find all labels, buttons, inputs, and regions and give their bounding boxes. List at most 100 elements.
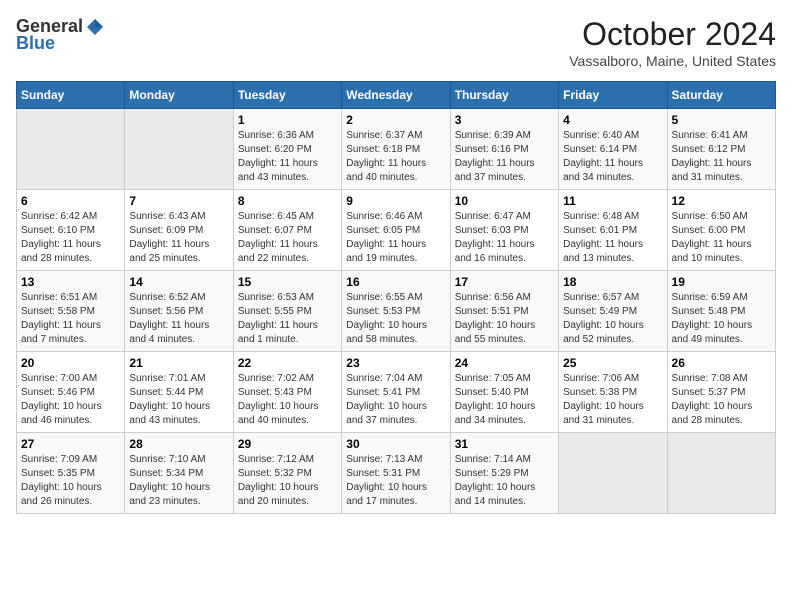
calendar-cell: 22 Sunrise: 7:02 AMSunset: 5:43 PMDayligh…: [233, 352, 341, 433]
calendar-cell: 21 Sunrise: 7:01 AMSunset: 5:44 PMDayligh…: [125, 352, 233, 433]
day-number: 29: [238, 437, 337, 451]
calendar-week-row: 1 Sunrise: 6:36 AMSunset: 6:20 PMDaylight…: [17, 109, 776, 190]
day-info: Sunrise: 7:05 AMSunset: 5:40 PMDaylight:…: [455, 372, 554, 428]
calendar-cell: 18Sunrise: 6:57 AMSunset: 5:49 PMDayligh…: [559, 271, 667, 352]
subtitle: Vassalboro, Maine, United States: [569, 53, 776, 69]
logo-icon: [85, 17, 105, 37]
day-info: Sunrise: 6:40 AMSunset: 6:14 PMDaylight:…: [563, 129, 662, 185]
day-number: 20: [21, 356, 120, 370]
header-day-thursday: Thursday: [450, 82, 558, 109]
calendar-cell: 26Sunrise: 7:08 AMSunset: 5:37 PMDayligh…: [667, 352, 775, 433]
calendar-cell: 8Sunrise: 6:45 AMSunset: 6:07 PMDaylight…: [233, 190, 341, 271]
calendar-cell: 23 Sunrise: 7:04 AMSunset: 5:41 PMDayligh…: [342, 352, 450, 433]
day-number: 27: [21, 437, 120, 451]
day-number: 24: [455, 356, 554, 370]
day-info: Sunrise: 6:52 AMSunset: 5:56 PMDaylight:…: [129, 291, 228, 347]
calendar-cell: 28 Sunrise: 7:10 AMSunset: 5:34 PMDayligh…: [125, 433, 233, 514]
calendar-cell: 20Sunrise: 7:00 AMSunset: 5:46 PMDayligh…: [17, 352, 125, 433]
day-info: Sunrise: 7:04 AMSunset: 5:41 PMDaylight:…: [346, 372, 445, 428]
calendar-week-row: 27 Sunrise: 7:09 AMSunset: 5:35 PMDayligh…: [17, 433, 776, 514]
calendar-week-row: 20Sunrise: 7:00 AMSunset: 5:46 PMDayligh…: [17, 352, 776, 433]
day-info: Sunrise: 7:02 AMSunset: 5:43 PMDaylight:…: [238, 372, 337, 428]
calendar-cell: 12 Sunrise: 6:50 AMSunset: 6:00 PMDayligh…: [667, 190, 775, 271]
day-info: Sunrise: 7:14 AMSunset: 5:29 PMDaylight:…: [455, 453, 554, 509]
day-number: 4: [563, 113, 662, 127]
day-info: Sunrise: 7:13 AMSunset: 5:31 PMDaylight:…: [346, 453, 445, 509]
day-number: 5: [672, 113, 771, 127]
day-number: 22: [238, 356, 337, 370]
day-number: 31: [455, 437, 554, 451]
day-number: 30: [346, 437, 445, 451]
day-number: 12: [672, 194, 771, 208]
day-number: 2: [346, 113, 445, 127]
calendar-cell: 4 Sunrise: 6:40 AMSunset: 6:14 PMDaylight…: [559, 109, 667, 190]
day-info: Sunrise: 7:01 AMSunset: 5:44 PMDaylight:…: [129, 372, 228, 428]
calendar-cell: 27 Sunrise: 7:09 AMSunset: 5:35 PMDayligh…: [17, 433, 125, 514]
day-info: Sunrise: 7:06 AMSunset: 5:38 PMDaylight:…: [563, 372, 662, 428]
day-info: Sunrise: 6:46 AMSunset: 6:05 PMDaylight:…: [346, 210, 445, 266]
day-info: Sunrise: 6:55 AMSunset: 5:53 PMDaylight:…: [346, 291, 445, 347]
day-number: 9: [346, 194, 445, 208]
day-number: 3: [455, 113, 554, 127]
calendar-cell: 11 Sunrise: 6:48 AMSunset: 6:01 PMDayligh…: [559, 190, 667, 271]
day-info: Sunrise: 6:42 AMSunset: 6:10 PMDaylight:…: [21, 210, 120, 266]
day-number: 21: [129, 356, 228, 370]
header-day-tuesday: Tuesday: [233, 82, 341, 109]
day-number: 28: [129, 437, 228, 451]
calendar-cell: 14 Sunrise: 6:52 AMSunset: 5:56 PMDayligh…: [125, 271, 233, 352]
calendar-cell: 1 Sunrise: 6:36 AMSunset: 6:20 PMDaylight…: [233, 109, 341, 190]
day-number: 19: [672, 275, 771, 289]
day-number: 14: [129, 275, 228, 289]
header-day-wednesday: Wednesday: [342, 82, 450, 109]
day-number: 11: [563, 194, 662, 208]
day-number: 18: [563, 275, 662, 289]
calendar-header-row: SundayMondayTuesdayWednesdayThursdayFrid…: [17, 82, 776, 109]
day-info: Sunrise: 6:59 AMSunset: 5:48 PMDaylight:…: [672, 291, 771, 347]
day-info: Sunrise: 7:10 AMSunset: 5:34 PMDaylight:…: [129, 453, 228, 509]
calendar-cell: 29 Sunrise: 7:12 AMSunset: 5:32 PMDayligh…: [233, 433, 341, 514]
header-day-friday: Friday: [559, 82, 667, 109]
day-info: Sunrise: 6:41 AMSunset: 6:12 PMDaylight:…: [672, 129, 771, 185]
calendar-week-row: 6 Sunrise: 6:42 AMSunset: 6:10 PMDaylight…: [17, 190, 776, 271]
calendar-cell: 16 Sunrise: 6:55 AMSunset: 5:53 PMDayligh…: [342, 271, 450, 352]
day-number: 25: [563, 356, 662, 370]
header-day-sunday: Sunday: [17, 82, 125, 109]
calendar-cell: [17, 109, 125, 190]
calendar-cell: 7 Sunrise: 6:43 AMSunset: 6:09 PMDaylight…: [125, 190, 233, 271]
title-area: October 2024 Vassalboro, Maine, United S…: [569, 16, 776, 69]
day-number: 16: [346, 275, 445, 289]
header-day-monday: Monday: [125, 82, 233, 109]
day-number: 6: [21, 194, 120, 208]
calendar-cell: 10Sunrise: 6:47 AMSunset: 6:03 PMDayligh…: [450, 190, 558, 271]
logo: General Blue: [16, 16, 107, 54]
day-number: 23: [346, 356, 445, 370]
logo-blue: Blue: [16, 33, 55, 54]
calendar-cell: 2Sunrise: 6:37 AMSunset: 6:18 PMDaylight…: [342, 109, 450, 190]
calendar-cell: 19 Sunrise: 6:59 AMSunset: 5:48 PMDayligh…: [667, 271, 775, 352]
calendar-cell: 15Sunrise: 6:53 AMSunset: 5:55 PMDayligh…: [233, 271, 341, 352]
calendar-cell: 6 Sunrise: 6:42 AMSunset: 6:10 PMDaylight…: [17, 190, 125, 271]
day-number: 8: [238, 194, 337, 208]
day-number: 10: [455, 194, 554, 208]
day-info: Sunrise: 7:12 AMSunset: 5:32 PMDaylight:…: [238, 453, 337, 509]
day-number: 7: [129, 194, 228, 208]
calendar-cell: 31 Sunrise: 7:14 AMSunset: 5:29 PMDayligh…: [450, 433, 558, 514]
day-info: Sunrise: 6:50 AMSunset: 6:00 PMDaylight:…: [672, 210, 771, 266]
calendar-cell: 17Sunrise: 6:56 AMSunset: 5:51 PMDayligh…: [450, 271, 558, 352]
calendar-cell: 5 Sunrise: 6:41 AMSunset: 6:12 PMDaylight…: [667, 109, 775, 190]
day-info: Sunrise: 6:48 AMSunset: 6:01 PMDaylight:…: [563, 210, 662, 266]
day-number: 1: [238, 113, 337, 127]
calendar-week-row: 13Sunrise: 6:51 AMSunset: 5:58 PMDayligh…: [17, 271, 776, 352]
calendar-cell: [667, 433, 775, 514]
day-info: Sunrise: 7:09 AMSunset: 5:35 PMDaylight:…: [21, 453, 120, 509]
calendar-cell: [559, 433, 667, 514]
header-day-saturday: Saturday: [667, 82, 775, 109]
calendar-table: SundayMondayTuesdayWednesdayThursdayFrid…: [16, 81, 776, 514]
day-info: Sunrise: 6:36 AMSunset: 6:20 PMDaylight:…: [238, 129, 337, 185]
calendar-cell: 24 Sunrise: 7:05 AMSunset: 5:40 PMDayligh…: [450, 352, 558, 433]
day-info: Sunrise: 6:43 AMSunset: 6:09 PMDaylight:…: [129, 210, 228, 266]
day-info: Sunrise: 6:56 AMSunset: 5:51 PMDaylight:…: [455, 291, 554, 347]
day-number: 13: [21, 275, 120, 289]
calendar-cell: [125, 109, 233, 190]
header: General Blue October 2024 Vassalboro, Ma…: [16, 16, 776, 69]
